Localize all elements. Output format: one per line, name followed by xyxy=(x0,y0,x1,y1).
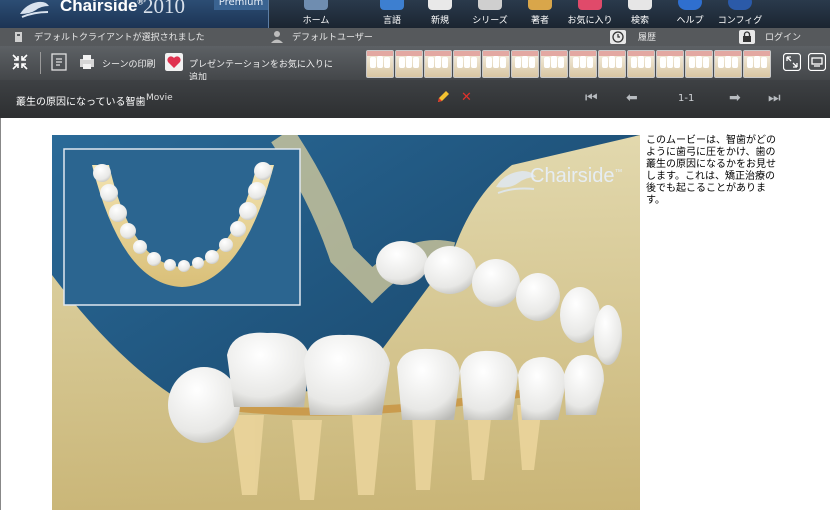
heart-icon xyxy=(165,53,183,71)
clock-icon xyxy=(610,30,626,44)
lock-icon xyxy=(739,30,755,44)
document-icon[interactable] xyxy=(50,53,68,71)
fullscreen-icon[interactable] xyxy=(783,53,801,71)
wisdom-tooth xyxy=(168,367,240,443)
history-button[interactable]: 履歴 xyxy=(606,29,666,45)
scene-thumbnail[interactable] xyxy=(656,50,684,78)
movie-title: 叢生の原因になっている智歯 xyxy=(16,97,146,108)
watermark-text: Chairside™ xyxy=(530,165,623,187)
nav-series[interactable]: シリーズ xyxy=(464,0,516,28)
first-page-icon[interactable]: ⏮ xyxy=(585,91,598,105)
nav-label: ホーム xyxy=(302,16,330,26)
series-icon xyxy=(478,0,502,10)
scene-thumbnail[interactable] xyxy=(511,50,539,78)
nav-author[interactable]: 著者 xyxy=(514,0,566,28)
nav-help[interactable]: ヘルプ xyxy=(664,0,716,28)
nav-label: 著者 xyxy=(530,16,549,26)
search-icon xyxy=(628,0,652,10)
movie-title-bar: 叢生の原因になっている智歯 Movie ✕ ⏮ ⬅ 1-1 ➡ ⏭ xyxy=(0,80,830,118)
nav-search[interactable]: 検索 xyxy=(614,0,666,28)
history-label: 履歴 xyxy=(638,33,657,43)
movie-description: このムービーは、智歯がどのように歯弓に圧をかけ、歯の叢生の原因になるかをお見せし… xyxy=(646,135,776,206)
print-scene-button[interactable]: シーンの印刷 xyxy=(78,50,158,76)
page-indicator: 1-1 xyxy=(678,93,695,104)
scene-thumbnail[interactable] xyxy=(366,50,394,78)
add-favorite-button[interactable]: プレゼンテーションをお気に入りに追加 xyxy=(165,50,337,83)
nav-label: 新規 xyxy=(430,16,449,26)
home-icon xyxy=(304,0,328,10)
scene-thumbnail[interactable] xyxy=(569,50,597,78)
brand-year: 2010 xyxy=(143,0,185,18)
present-icon[interactable] xyxy=(808,53,826,71)
delete-icon[interactable]: ✕ xyxy=(461,91,472,104)
status-bar: デフォルトクライアントが選択されました デフォルトユーザー 履歴 ログイン xyxy=(0,28,830,46)
next-page-icon[interactable]: ➡ xyxy=(729,91,741,105)
arch-inset xyxy=(63,148,301,306)
login-button[interactable]: ログイン xyxy=(735,29,815,45)
scene-thumbnail[interactable] xyxy=(540,50,568,78)
nav-label: 検索 xyxy=(630,16,649,26)
help-icon xyxy=(678,0,702,10)
nav-label: コンフィグ xyxy=(717,16,763,26)
user-icon xyxy=(271,31,283,43)
brand-name: Chairside® xyxy=(60,0,144,15)
print-scene-label: シーンの印刷 xyxy=(102,60,156,70)
nav-home[interactable]: ホーム xyxy=(290,0,342,28)
nav-config[interactable]: コンフィグ xyxy=(714,0,766,28)
new-icon xyxy=(428,0,452,10)
prev-page-icon[interactable]: ⬅ xyxy=(626,91,638,105)
scene-thumbnail[interactable] xyxy=(685,50,713,78)
last-page-icon[interactable]: ⏭ xyxy=(768,91,781,105)
nav-label: シリーズ xyxy=(472,16,508,26)
media-type-label: Movie xyxy=(146,93,173,103)
pencil-icon[interactable] xyxy=(435,89,451,105)
nav-favorites[interactable]: お気に入り xyxy=(564,0,616,28)
chairside-logo-icon xyxy=(20,1,49,18)
scene-thumbnails xyxy=(366,46,776,80)
favorites-icon xyxy=(578,0,602,10)
nav-label: 言語 xyxy=(382,16,401,26)
scene-thumbnail[interactable] xyxy=(714,50,742,78)
language-icon xyxy=(380,0,404,10)
nav-language[interactable]: 言語 xyxy=(366,0,418,28)
client-status: デフォルトクライアントが選択されました xyxy=(34,33,205,43)
movie-viewer[interactable]: Chairside™ xyxy=(52,135,640,510)
scene-thumbnail[interactable] xyxy=(453,50,481,78)
toolbar: シーンの印刷 プレゼンテーションをお気に入りに追加 xyxy=(0,46,830,83)
collapse-icon[interactable] xyxy=(11,53,29,71)
jaw-illustration xyxy=(52,135,640,510)
scene-thumbnail[interactable] xyxy=(424,50,452,78)
printer-icon xyxy=(80,55,94,69)
scene-thumbnail[interactable] xyxy=(598,50,626,78)
author-icon xyxy=(528,0,552,10)
edition-badge: Premium xyxy=(214,0,268,10)
config-icon xyxy=(728,0,752,10)
client-icon xyxy=(15,32,22,42)
user-status: デフォルトユーザー xyxy=(292,33,373,43)
scene-thumbnail[interactable] xyxy=(482,50,510,78)
nav-label: お気に入り xyxy=(567,16,613,26)
login-label: ログイン xyxy=(765,33,802,43)
scene-thumbnail[interactable] xyxy=(627,50,655,78)
scene-thumbnail[interactable] xyxy=(395,50,423,78)
brand-box: Chairside® 2010 Premium xyxy=(0,0,269,28)
content-border xyxy=(0,118,1,510)
nav-new[interactable]: 新規 xyxy=(414,0,466,28)
scene-thumbnail[interactable] xyxy=(743,50,771,78)
toolbar-divider xyxy=(40,52,41,74)
nav-label: ヘルプ xyxy=(676,16,704,26)
top-bar: Chairside® 2010 Premium ホーム 言語 新規 シリーズ 著… xyxy=(0,0,830,28)
